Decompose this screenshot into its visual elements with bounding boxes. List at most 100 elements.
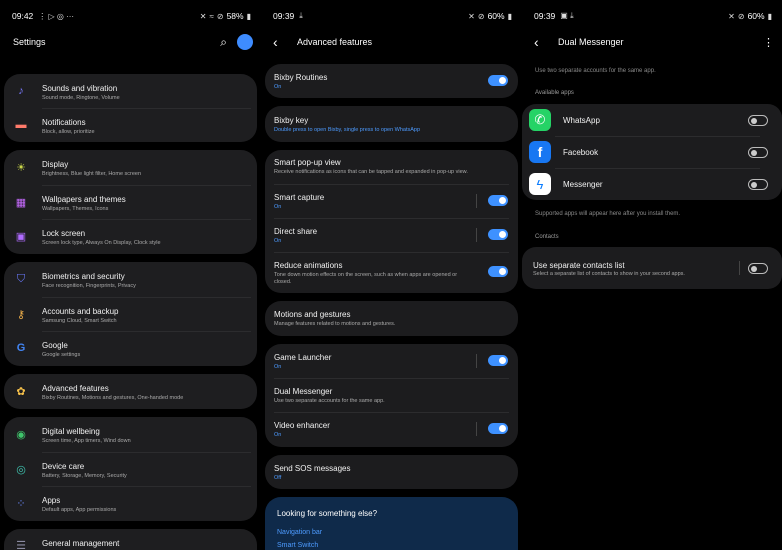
status-bar: 09:42 ⋮ ▷ ◎ ··· ✕ ≈ ⊘ 58% ▮ [12,10,251,22]
mute-icon: ✕ [199,11,207,21]
item-sub: Bixby Routines, Motions and gestures, On… [42,395,184,401]
available-apps-label: Available apps [535,90,574,96]
divider [476,354,477,368]
back-icon[interactable]: ‹ [534,34,552,50]
settings-item-device-care[interactable]: ◎ Device care Battery, Storage, Memory, … [4,452,257,486]
status-time: 09:42 [12,11,34,21]
settings-group-display: ☀ Display Brightness, Blue light filter,… [4,150,257,254]
item-status: On [274,238,282,244]
notification-icons: ▣ ⤓ [560,11,574,20]
item-label: Reduce animations [274,261,343,270]
messenger-toggle[interactable] [748,179,768,190]
settings-item-digital-wellbeing[interactable]: ◉ Digital wellbeing Screen time, App tim… [4,417,257,451]
settings-item-biometrics[interactable]: ⛉ Biometrics and security Face recogniti… [4,262,257,296]
item-sub: Google settings [42,352,81,358]
setting-send-sos[interactable]: Send SOS messages Off [265,455,518,489]
item-label: Bixby key [274,116,309,125]
settings-item-display[interactable]: ☀ Display Brightness, Blue light filter,… [4,150,257,184]
dnd-icon: ⊘ [216,11,224,21]
setting-bixby-routines[interactable]: Bixby Routines On [265,64,518,98]
status-bar: 09:39 ▣ ⤓ ✕ ⊘ 60% ▮ [534,10,772,22]
item-label: Apps [42,496,61,505]
divider [476,422,477,436]
search-icon[interactable]: ⌕ [220,35,227,50]
wellbeing-icon: ◉ [16,428,26,441]
link-smart-switch[interactable]: Smart Switch [277,542,318,549]
facebook-toggle[interactable] [748,147,768,158]
link-navigation-bar[interactable]: Navigation bar [277,529,322,536]
battery-icon: ▮ [246,11,251,21]
setting-bixby-key[interactable]: Bixby key Double press to open Bixby, si… [265,106,518,142]
item-label: Google [42,341,68,350]
more-options-icon[interactable]: ⋮ [763,36,774,49]
video-enhancer-toggle[interactable] [488,423,508,434]
setting-motions-gestures[interactable]: Motions and gestures Manage features rel… [265,301,518,336]
apps-icon: ⁘ [16,497,26,510]
item-label: Smart pop-up view [274,158,341,167]
item-label: Bixby Routines [274,73,328,82]
google-icon: G [16,342,26,354]
item-status: On [274,84,282,90]
settings-item-google[interactable]: G Google Google settings [4,331,257,365]
item-sub: Wallpapers, Themes, Icons [42,206,109,212]
item-sub: Screen lock type, Always On Display, Clo… [42,240,161,246]
dual-messenger-screen: 09:39 ▣ ⤓ ✕ ⊘ 60% ▮ ‹ Dual Messenger ⋮ U… [522,0,782,550]
app-row-messenger[interactable]: ϟ Messenger [522,168,782,200]
item-label: Advanced features [42,384,109,393]
game-launcher-toggle[interactable] [488,355,508,366]
separate-contacts-toggle[interactable] [748,263,768,274]
setting-dual-messenger[interactable]: Dual Messenger Use two separate accounts… [265,378,518,412]
whatsapp-toggle[interactable] [748,115,768,126]
setting-direct-share[interactable]: Direct share On [265,218,518,252]
smart-capture-toggle[interactable] [488,195,508,206]
setting-smart-capture[interactable]: Smart capture On [265,184,518,218]
app-label: Messenger [563,180,603,189]
settings-item-apps[interactable]: ⁘ Apps Default apps, App permissions [4,486,257,520]
app-row-whatsapp[interactable]: ✆ WhatsApp [522,104,782,136]
setting-game-launcher[interactable]: Game Launcher On [265,344,518,378]
settings-item-lock-screen[interactable]: ▣ Lock screen Screen lock type, Always O… [4,219,257,253]
item-label: Wallpapers and themes [42,195,126,204]
settings-item-notifications[interactable]: ▬ Notifications Block, allow, prioritize [4,108,257,142]
item-label: Display [42,160,69,169]
status-time: 09:39 [273,11,295,21]
settings-item-general-management[interactable]: ☰ General management [4,529,257,550]
item-label: Accounts and backup [42,307,119,316]
status-time: 09:39 [534,11,556,21]
reduce-animations-toggle[interactable] [488,266,508,277]
available-apps-card: ✆ WhatsApp f Facebook ϟ Messenger [522,104,782,200]
mute-icon: ✕ [468,11,475,21]
item-sub: Sound mode, Ringtone, Volume [42,95,120,101]
settings-group-sound: ♪ Sounds and vibration Sound mode, Ringt… [4,74,257,142]
setting-smart-popup-view[interactable]: Smart pop-up view Receive notifications … [265,150,518,184]
setting-reduce-animations[interactable]: Reduce animations Tone down motion effec… [265,252,518,293]
account-avatar-icon[interactable] [237,34,253,50]
bixby-routines-card: Bixby Routines On [265,64,518,98]
messenger-icon: ϟ [529,173,551,195]
back-icon[interactable]: ‹ [273,34,291,50]
setting-separate-contacts[interactable]: Use separate contacts list Select a sepa… [522,247,782,289]
settings-item-accounts[interactable]: ⚷ Accounts and backup Samsung Cloud, Sma… [4,297,257,331]
settings-item-sounds[interactable]: ♪ Sounds and vibration Sound mode, Ringt… [4,74,257,108]
item-label: Direct share [274,227,318,236]
item-sub: Face recognition, Fingerprints, Privacy [42,283,136,289]
advanced-features-screen: 09:39 ⤓ ✕ ⊘ 60% ▮ ‹ Advanced features Bi… [261,0,522,550]
settings-item-advanced-features[interactable]: ✿ Advanced features Bixby Routines, Moti… [4,374,257,409]
settings-group-general: ☰ General management [4,529,257,550]
setting-video-enhancer[interactable]: Video enhancer On [265,412,518,447]
direct-share-toggle[interactable] [488,229,508,240]
settings-item-wallpapers[interactable]: ▦ Wallpapers and themes Wallpapers, Them… [4,185,257,219]
notification-icons: ⋮ ▷ ◎ ··· [38,11,75,21]
item-sub: Battery, Storage, Memory, Security [42,473,127,479]
divider [739,261,740,275]
item-sub: Tone down motion effects on the screen, … [274,272,458,285]
item-sub: Manage features related to motions and g… [274,321,396,327]
intro-text: Use two separate accounts for the same a… [535,68,656,74]
bixby-key-card: Bixby key Double press to open Bixby, si… [265,106,518,142]
bixby-routines-toggle[interactable] [488,75,508,86]
paintbrush-icon: ▦ [15,196,27,209]
item-label: Sounds and vibration [42,84,118,93]
app-row-facebook[interactable]: f Facebook [522,136,782,168]
shield-icon: ⛉ [16,272,26,285]
notification-icons: ⤓ [299,11,303,20]
